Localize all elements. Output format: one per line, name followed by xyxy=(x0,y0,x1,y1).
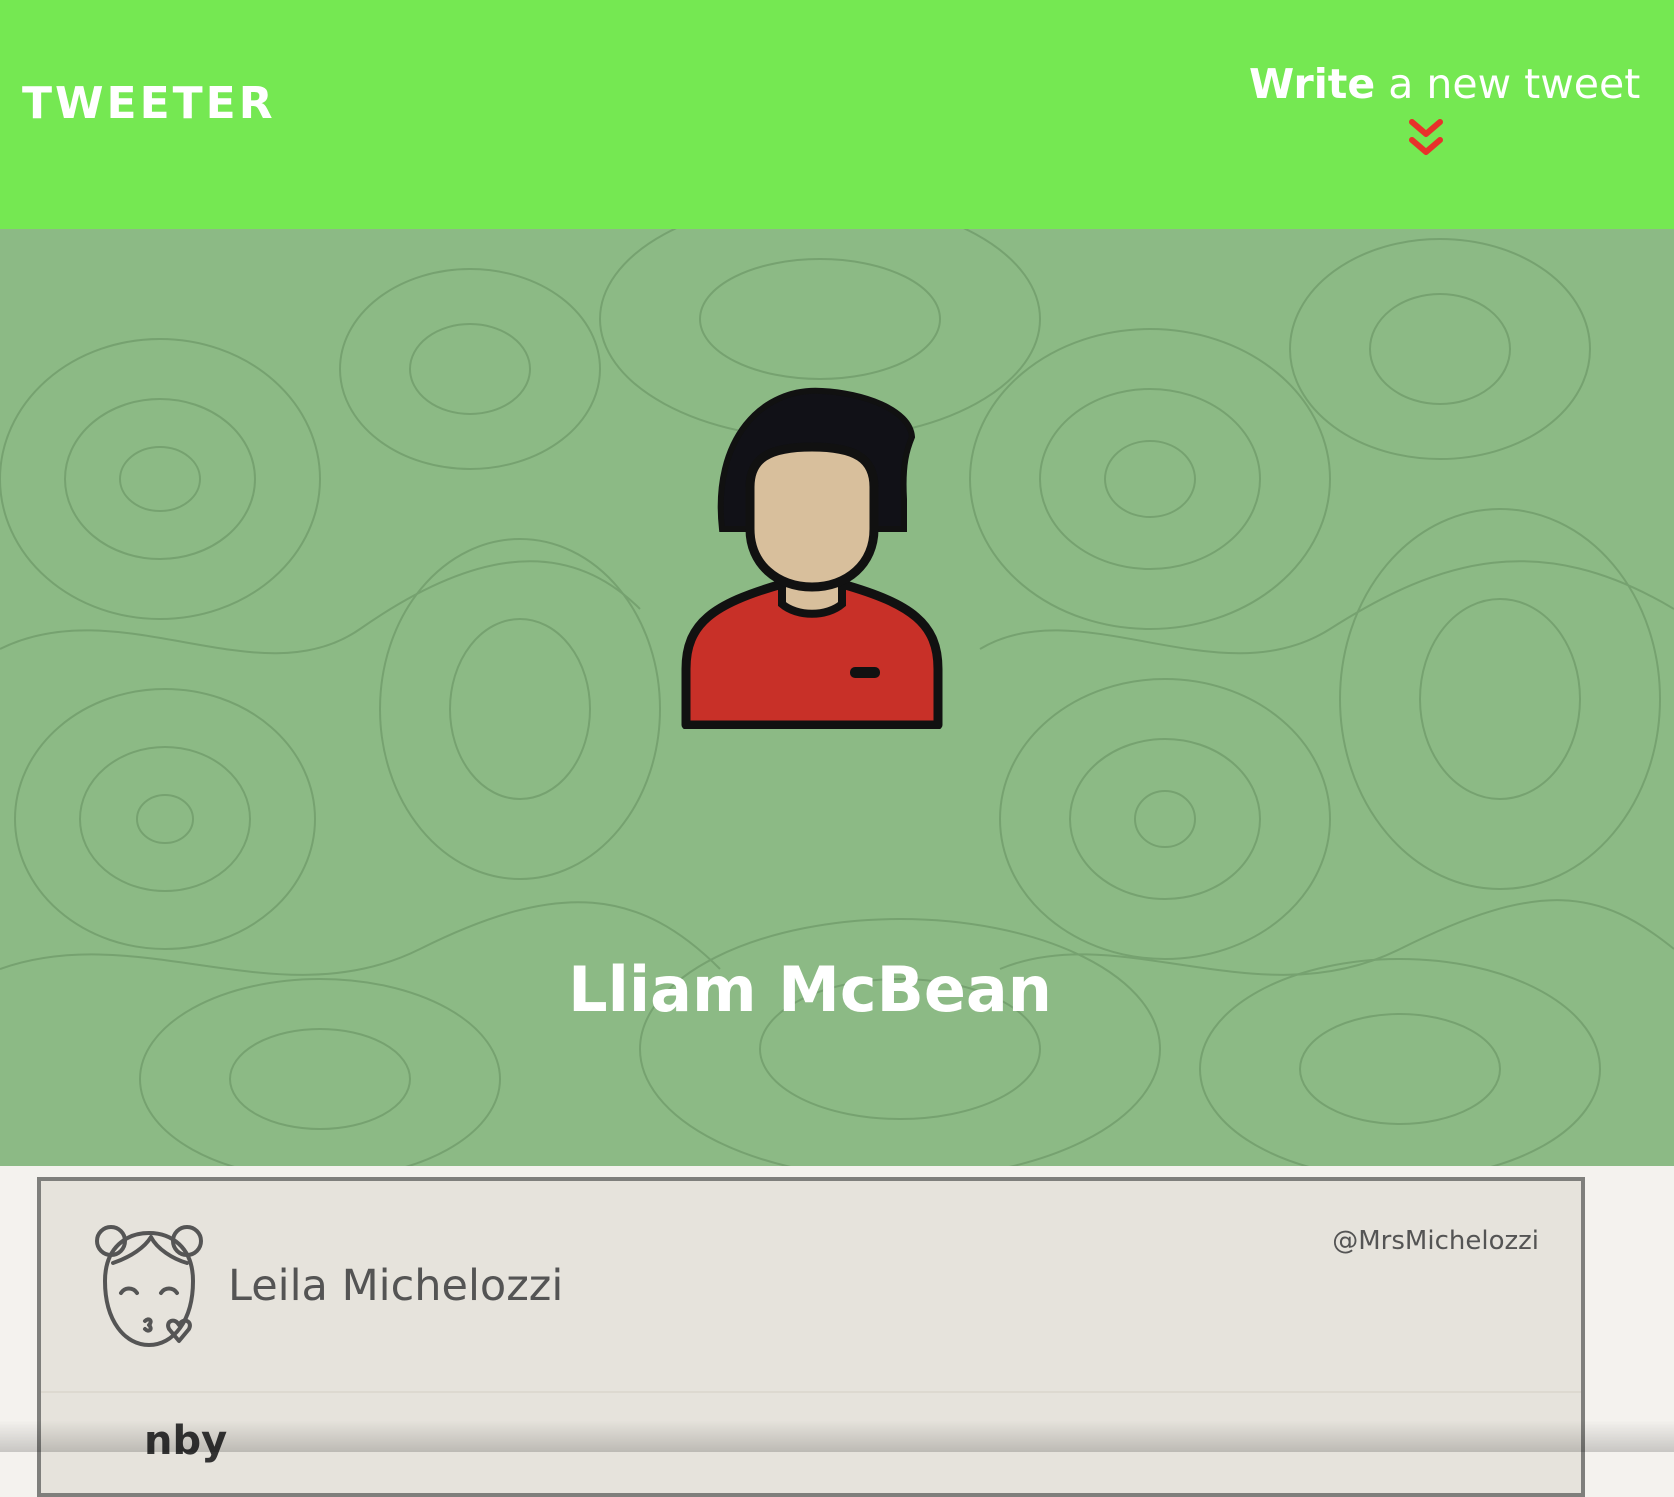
tweet-author-handle: @MrsMichelozzi xyxy=(1332,1226,1539,1256)
compose-label-rest: a new tweet xyxy=(1375,60,1641,108)
top-navigation-bar: TWEETER Write a new tweet xyxy=(0,0,1674,229)
profile-name: Lliam McBean xyxy=(568,953,1052,1026)
tweet-header-divider xyxy=(41,1391,1581,1393)
profile-banner: Lliam McBean xyxy=(0,229,1674,1166)
tweet-author-name: Leila Michelozzi xyxy=(228,1261,564,1311)
tweet-card: Leila Michelozzi @MrsMichelozzi nby xyxy=(37,1177,1585,1497)
user-avatar-icon xyxy=(681,387,943,729)
kissing-girl-avatar-icon xyxy=(95,1225,203,1347)
app-logo[interactable]: TWEETER xyxy=(22,82,276,126)
tweet-content: nby xyxy=(144,1418,228,1464)
write-new-tweet-toggle[interactable]: Write a new tweet xyxy=(1246,60,1640,170)
compose-label-strong: Write xyxy=(1249,60,1376,108)
double-chevron-down-icon[interactable] xyxy=(1408,118,1444,162)
compose-label[interactable]: Write a new tweet xyxy=(1249,64,1640,105)
